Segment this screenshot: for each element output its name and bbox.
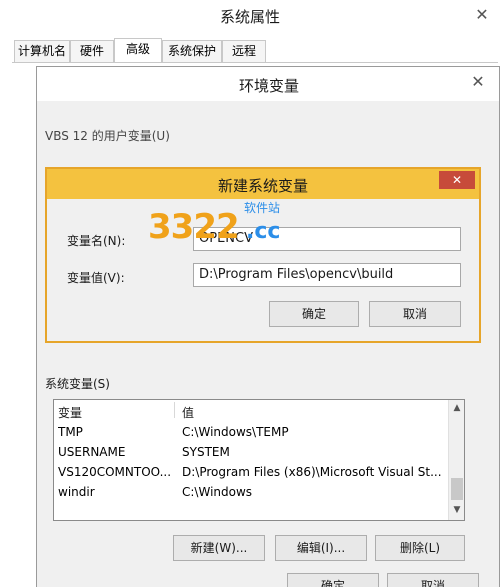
close-icon[interactable]: ✕ — [439, 171, 475, 189]
ok-label: 确定 — [320, 579, 345, 587]
cancel-label: 取消 — [420, 579, 445, 587]
column-header-value[interactable]: 值 — [182, 404, 194, 421]
new-button[interactable]: 新建(W)... — [173, 535, 265, 561]
variable-name-label: 变量名(N): — [67, 234, 126, 248]
variable-value-field[interactable]: D:\Program Files\opencv\build — [193, 263, 461, 287]
table-row[interactable]: VS120COMNTOO... D:\Program Files (x86)\M… — [54, 462, 448, 482]
cell-value: SYSTEM — [182, 445, 230, 459]
column-divider — [174, 402, 175, 418]
column-header-variable[interactable]: 变量 — [58, 404, 82, 421]
dialog-title: 环境变量 — [238, 77, 299, 95]
cancel-button[interactable]: 取消 — [387, 573, 479, 587]
table-row[interactable]: TMP C:\Windows\TEMP — [54, 422, 448, 442]
close-icon[interactable]: ✕ — [466, 2, 498, 28]
title-bar: 系统属性 ✕ — [0, 0, 500, 34]
system-properties-window: 系统属性 ✕ 计算机名 硬件 高级 系统保护 远程 环境变量 ✕ VBS 12 … — [0, 0, 500, 587]
watermark-tagline: 软件站 — [244, 201, 281, 215]
system-variables-label: 系统变量(S) — [45, 377, 110, 391]
tab-advanced[interactable]: 高级 — [114, 38, 162, 63]
scroll-up-icon[interactable]: ▲ — [449, 400, 465, 416]
ok-button[interactable]: 确定 — [287, 573, 379, 587]
scroll-thumb[interactable] — [451, 478, 463, 500]
tab-hardware[interactable]: 硬件 — [70, 40, 114, 62]
watermark-logo: 软件站 3322 .cc — [148, 197, 328, 257]
ok-button[interactable]: 确定 — [269, 301, 359, 327]
window-title: 系统属性 — [219, 8, 280, 26]
close-icon[interactable]: ✕ — [461, 69, 495, 95]
user-variables-label: VBS 12 的用户变量(U) — [45, 129, 170, 143]
environment-variables-dialog: 环境变量 ✕ VBS 12 的用户变量(U) 新建系统变量 ✕ 变量名(N): … — [36, 66, 500, 587]
table-row[interactable]: windir C:\Windows — [54, 482, 448, 502]
tab-divider — [12, 62, 498, 63]
cell-variable: VS120COMNTOO... — [58, 465, 172, 479]
cancel-button[interactable]: 取消 — [369, 301, 461, 327]
cell-variable: TMP — [58, 425, 83, 439]
tab-remote[interactable]: 远程 — [222, 40, 266, 62]
watermark-number: 3322 — [148, 207, 240, 247]
watermark-domain: .cc — [246, 219, 281, 244]
edit-button[interactable]: 编辑(I)... — [275, 535, 367, 561]
system-variables-list[interactable]: 变量 值 TMP C:\Windows\TEMP USERNAME SYSTEM… — [53, 399, 465, 521]
dialog-title: 新建系统变量 — [217, 177, 308, 195]
variable-value-label: 变量值(V): — [67, 271, 125, 285]
tab-computer-name[interactable]: 计算机名 — [14, 40, 70, 62]
delete-button[interactable]: 删除(L) — [375, 535, 465, 561]
dialog-body: VBS 12 的用户变量(U) 新建系统变量 ✕ 变量名(N): OPENCV … — [37, 101, 499, 587]
table-row[interactable]: USERNAME SYSTEM — [54, 442, 448, 462]
cell-variable: windir — [58, 485, 95, 499]
title-bar: 新建系统变量 ✕ — [47, 169, 479, 199]
vertical-scrollbar[interactable]: ▲ ▼ — [448, 400, 464, 520]
tab-system-protection[interactable]: 系统保护 — [162, 40, 222, 62]
scroll-down-icon[interactable]: ▼ — [449, 502, 465, 518]
cell-variable: USERNAME — [58, 445, 126, 459]
cell-value: C:\Windows — [182, 485, 253, 499]
cell-value: D:\Program Files (x86)\Microsoft Visual … — [182, 465, 442, 479]
cell-value: C:\Windows\TEMP — [182, 425, 289, 439]
